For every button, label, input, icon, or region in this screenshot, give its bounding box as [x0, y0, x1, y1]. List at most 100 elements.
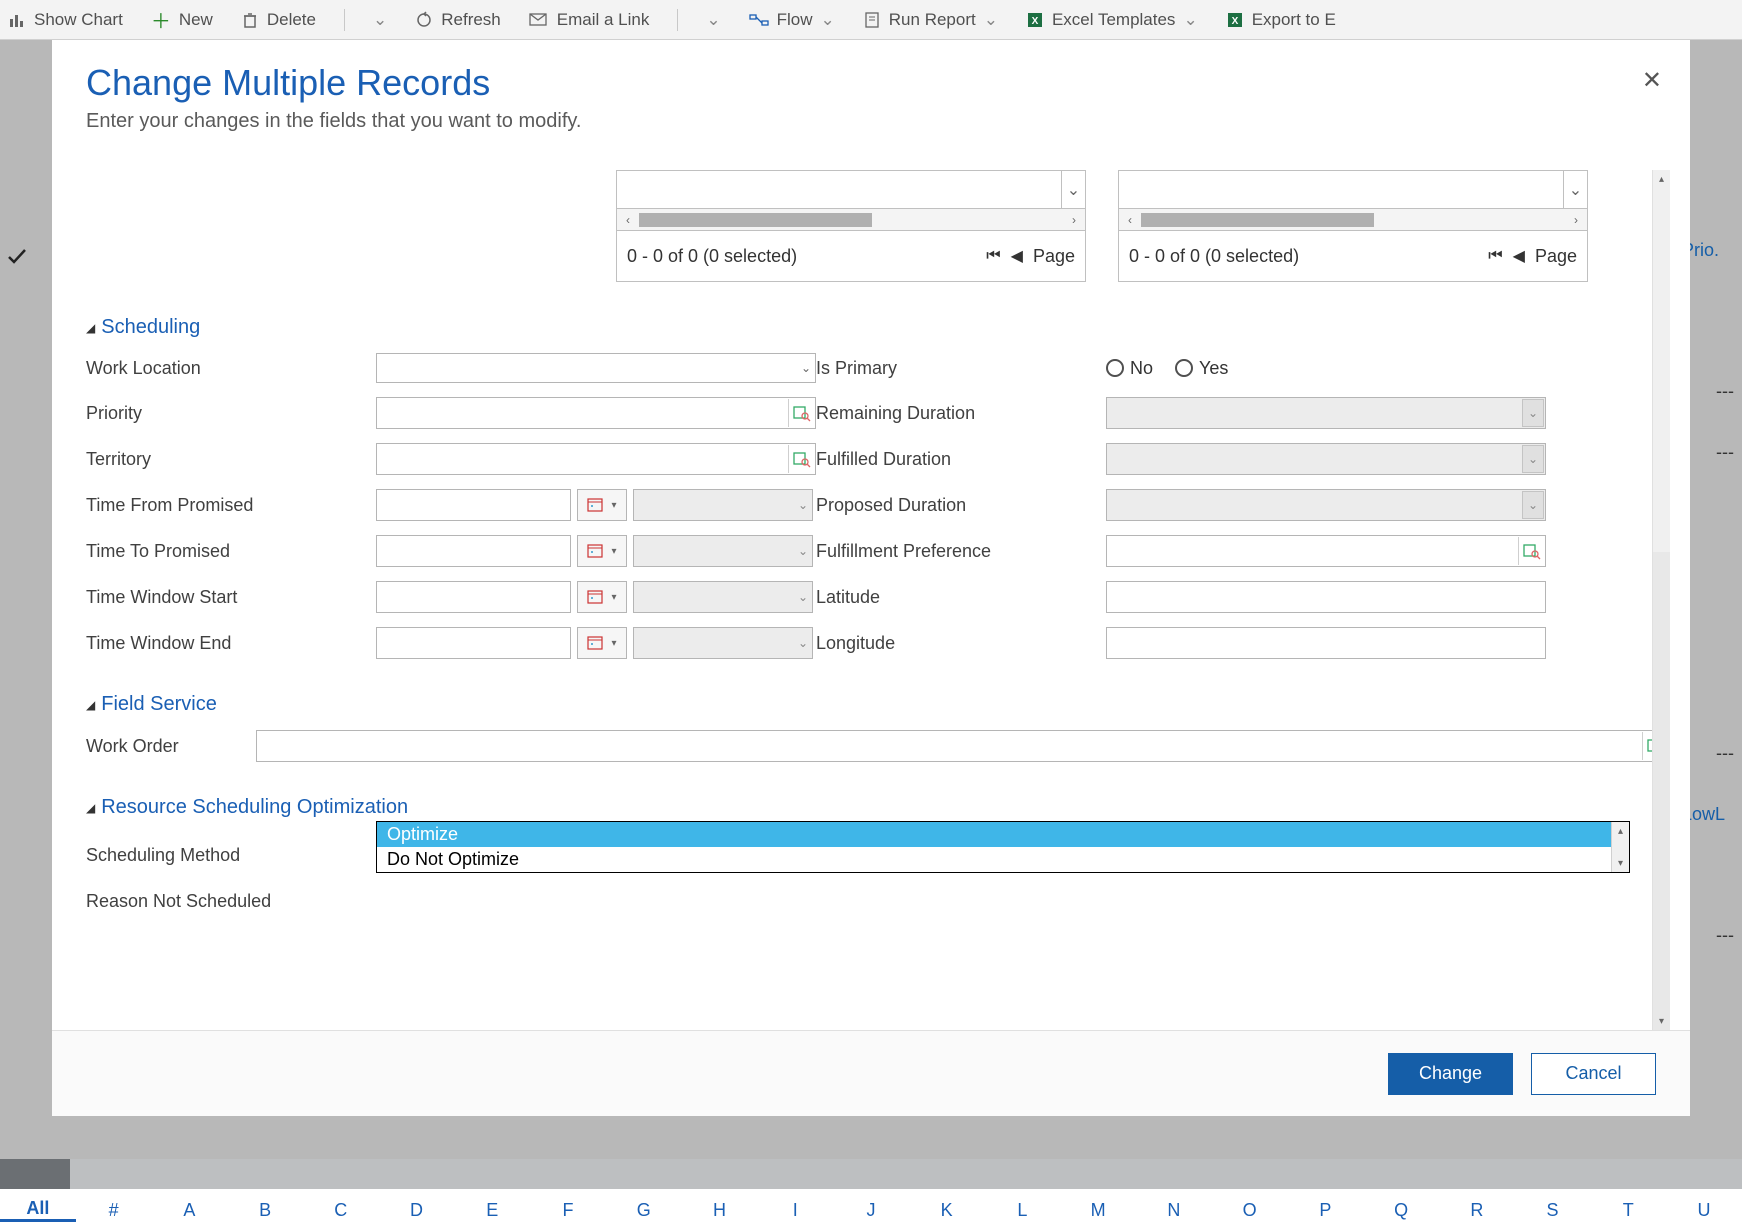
time-window-end-date[interactable]	[376, 627, 571, 659]
alpha-letter[interactable]: H	[682, 1200, 758, 1221]
calendar-button[interactable]: ▾	[577, 489, 627, 521]
vertical-scrollbar[interactable]: ▴ ▾	[1652, 170, 1670, 1030]
section-rso[interactable]: ◢ Resource Scheduling Optimization	[86, 796, 1670, 819]
alpha-letter[interactable]: N	[1136, 1200, 1212, 1221]
cancel-button[interactable]: Cancel	[1531, 1053, 1656, 1095]
work-location-select[interactable]: ⌄	[376, 353, 816, 383]
time-window-end-time[interactable]: ⌄	[633, 627, 813, 659]
alpha-letter[interactable]: J	[833, 1200, 909, 1221]
alpha-letter[interactable]: F	[530, 1200, 606, 1221]
alpha-letter[interactable]: I	[757, 1200, 833, 1221]
scheduling-method-dropdown[interactable]: Optimize Do Not Optimize ▴▾	[376, 821, 1630, 873]
alpha-letter[interactable]: M	[1060, 1200, 1136, 1221]
flow-label: Flow	[777, 10, 813, 30]
proposed-duration-label: Proposed Duration	[816, 495, 1106, 516]
time-from-promised-date[interactable]	[376, 489, 571, 521]
time-to-promised-time[interactable]: ⌄	[633, 535, 813, 567]
trash-icon	[241, 11, 259, 29]
flow-button[interactable]: Flow ⌄	[749, 10, 835, 30]
close-button[interactable]: ✕	[1642, 66, 1662, 95]
longitude-input[interactable]	[1106, 627, 1546, 659]
alpha-letter[interactable]: O	[1212, 1200, 1288, 1221]
prev-page-icon[interactable]: ◀	[1011, 246, 1023, 266]
time-window-start-time[interactable]: ⌄	[633, 581, 813, 613]
scheduling-method-label: Scheduling Method	[86, 845, 376, 866]
triangle-collapse-icon: ◢	[86, 321, 95, 335]
delete-button[interactable]: Delete	[241, 10, 316, 30]
fulfillment-preference-lookup[interactable]	[1106, 535, 1546, 567]
alpha-letter[interactable]: E	[454, 1200, 530, 1221]
alpha-filter-bar: All # A B C D E F G H I J K L M N O P Q …	[0, 1189, 1742, 1231]
alpha-letter[interactable]: K	[909, 1200, 985, 1221]
first-page-icon[interactable]: ⏮	[1488, 247, 1502, 265]
territory-lookup[interactable]	[376, 443, 816, 475]
prev-page-icon[interactable]: ◀	[1513, 246, 1525, 266]
alpha-letter[interactable]: A	[151, 1200, 227, 1221]
alpha-letter[interactable]: P	[1287, 1200, 1363, 1221]
lookup-icon[interactable]	[1518, 537, 1544, 565]
proposed-duration-field[interactable]: ⌄	[1106, 489, 1546, 521]
grid-status: 0 - 0 of 0 (0 selected)	[1129, 246, 1299, 267]
show-chart-button[interactable]: Show Chart	[8, 10, 123, 30]
alpha-all[interactable]: All	[0, 1198, 76, 1222]
time-from-promised-time[interactable]: ⌄	[633, 489, 813, 521]
dropdown-option-optimize[interactable]: Optimize	[377, 822, 1629, 847]
territory-label: Territory	[86, 449, 376, 470]
priority-label: Priority	[86, 403, 376, 424]
time-to-promised-date[interactable]	[376, 535, 571, 567]
is-primary-yes-radio[interactable]: Yes	[1175, 358, 1228, 379]
refresh-label: Refresh	[441, 10, 501, 30]
fulfillment-preference-label: Fulfillment Preference	[816, 541, 1106, 562]
alpha-letter[interactable]: S	[1515, 1200, 1591, 1221]
excel-templates-label: Excel Templates	[1052, 10, 1175, 30]
reason-not-scheduled-label: Reason Not Scheduled	[86, 891, 376, 912]
chevron-down-icon[interactable]: ⌄	[706, 10, 720, 30]
alpha-letter[interactable]: T	[1590, 1200, 1666, 1221]
section-field-service[interactable]: ◢ Field Service	[86, 693, 1670, 716]
remaining-duration-field[interactable]: ⌄	[1106, 397, 1546, 429]
alpha-letter[interactable]: R	[1439, 1200, 1515, 1221]
export-button[interactable]: X Export to E	[1226, 10, 1336, 30]
alpha-letter[interactable]: C	[303, 1200, 379, 1221]
horizontal-scrollbar[interactable]: ‹›	[1119, 209, 1587, 231]
latitude-input[interactable]	[1106, 581, 1546, 613]
lookup-icon[interactable]	[788, 399, 814, 427]
section-scheduling[interactable]: ◢ Scheduling	[86, 316, 1670, 339]
chevron-down-icon[interactable]: ⌄	[373, 10, 387, 30]
change-button[interactable]: Change	[1388, 1053, 1513, 1095]
run-report-button[interactable]: Run Report ⌄	[863, 10, 998, 30]
show-chart-label: Show Chart	[34, 10, 123, 30]
horizontal-scrollbar[interactable]: ‹›	[617, 209, 1085, 231]
email-link-button[interactable]: Email a Link	[529, 10, 650, 30]
first-page-icon[interactable]: ⏮	[986, 247, 1000, 265]
alpha-letter[interactable]: Q	[1363, 1200, 1439, 1221]
alpha-letter[interactable]: D	[379, 1200, 455, 1221]
alpha-letter[interactable]: L	[985, 1200, 1061, 1221]
calendar-button[interactable]: ▾	[577, 627, 627, 659]
alpha-letter[interactable]: B	[227, 1200, 303, 1221]
chevron-down-icon: ⌄	[798, 636, 808, 650]
fulfilled-duration-field[interactable]: ⌄	[1106, 443, 1546, 475]
calendar-button[interactable]: ▾	[577, 581, 627, 613]
alpha-letter[interactable]: U	[1666, 1200, 1742, 1221]
excel-templates-button[interactable]: X Excel Templates ⌄	[1026, 10, 1198, 30]
dropdown-option-do-not-optimize[interactable]: Do Not Optimize	[377, 847, 1629, 872]
lookup-icon[interactable]	[788, 445, 814, 473]
chevron-down-icon[interactable]: ⌄	[1061, 171, 1085, 208]
is-primary-no-radio[interactable]: No	[1106, 358, 1153, 379]
chevron-down-icon[interactable]: ⌄	[1563, 171, 1587, 208]
triangle-collapse-icon: ◢	[86, 698, 95, 712]
time-window-start-date[interactable]	[376, 581, 571, 613]
work-order-lookup[interactable]	[256, 730, 1670, 762]
close-icon: ✕	[1642, 67, 1662, 94]
priority-lookup[interactable]	[376, 397, 816, 429]
calendar-button[interactable]: ▾	[577, 535, 627, 567]
report-icon	[863, 11, 881, 29]
dropdown-scrollbar[interactable]: ▴▾	[1611, 822, 1629, 872]
new-button[interactable]: ＋ New	[151, 5, 213, 34]
alpha-letter[interactable]: #	[76, 1200, 152, 1221]
delete-label: Delete	[267, 10, 316, 30]
alpha-letter[interactable]: G	[606, 1200, 682, 1221]
grid-status: 0 - 0 of 0 (0 selected)	[627, 246, 797, 267]
refresh-button[interactable]: Refresh	[415, 10, 501, 30]
